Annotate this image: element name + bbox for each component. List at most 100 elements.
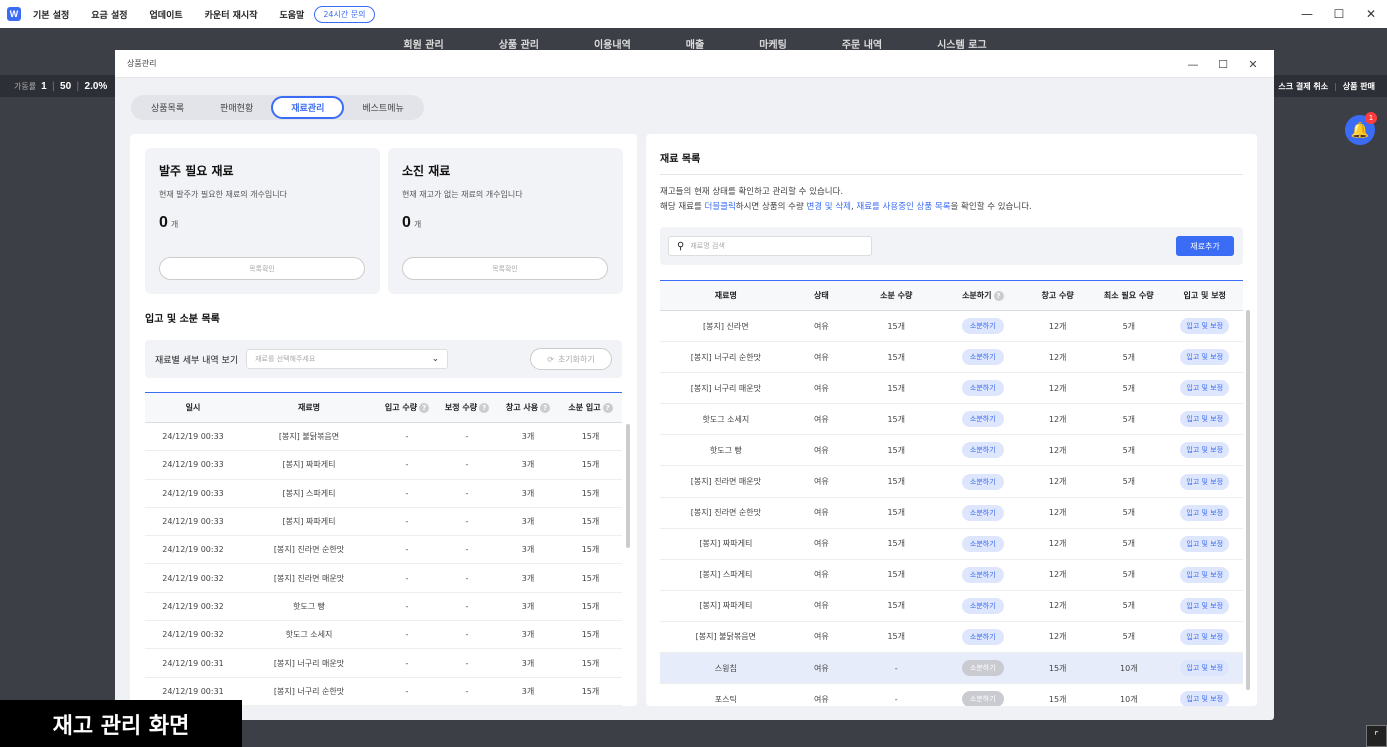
table-cell: 소분하기 [941,683,1025,706]
tab-product-list[interactable]: 상품목록 [133,96,202,119]
close-icon[interactable]: ✕ [1238,58,1268,71]
restock-adjust-button[interactable]: 입고 및 보정 [1180,380,1230,397]
table-row[interactable]: 24/12/19 00:32 [봉지] 진라면 순한맛 - -3개 15개 [145,535,622,565]
search-input[interactable]: ⚲ 재료명 검색 [668,236,872,256]
scrollbar[interactable] [1246,310,1250,690]
table-cell: [봉지] 짜파게티 [660,590,792,622]
add-ingredient-button[interactable]: 재료추가 [1176,236,1234,256]
table-row[interactable]: [봉지] 너구리 매운맛 여유 15개 소분하기 12개 5개 입고 및 보정 [660,372,1243,405]
table-row[interactable]: [봉지] 짜파게티 여유 15개 소분하기 12개 5개 입고 및 보정 [660,528,1243,560]
restock-adjust-button[interactable]: 입고 및 보정 [1180,597,1230,614]
table-cell: 5개 [1091,465,1167,498]
table-row[interactable]: 24/12/19 00:33 [봉지] 짜파게티 - -3개 15개 [145,507,622,537]
chevron-down-icon: ⌄ [431,354,440,364]
table-cell: 소분하기 [941,465,1025,498]
help-icon[interactable]: ? [993,290,1004,301]
ingredient-select[interactable]: 재료를 선택해주세요 ⌄ [246,349,449,369]
restock-adjust-button[interactable]: 입고 및 보정 [1180,411,1230,428]
portion-button[interactable]: 소분하기 [961,566,1004,583]
portion-button[interactable]: 소분하기 [961,411,1004,428]
menu-update[interactable]: 업데이트 [150,8,183,21]
table-cell: 입고 및 보정 [1166,683,1243,706]
table-cell: 12개 [1024,434,1092,467]
table-cell: - [437,450,497,480]
help-icon[interactable]: ? [419,402,430,413]
portion-button[interactable]: 소분하기 [961,473,1004,490]
maximize-icon[interactable]: ☐ [1323,7,1355,21]
table-row[interactable]: 24/12/19 00:32 핫도그 빵 - -3개 15개 [145,592,622,622]
help-icon[interactable]: ? [479,402,490,413]
table-row[interactable]: 핫도그 소세지 여유 15개 소분하기 12개 5개 입고 및 보정 [660,403,1243,436]
view-list-button[interactable]: 목록확인 [402,257,608,280]
portion-button[interactable]: 소분하기 [961,442,1004,459]
restock-adjust-button[interactable]: 입고 및 보정 [1180,349,1230,366]
minimize-icon[interactable]: — [1178,58,1208,71]
table-cell: 5개 [1091,434,1167,467]
table-row[interactable]: 24/12/19 00:33 [봉지] 스파게티 - -3개 15개 [145,479,622,508]
table-cell: [봉지] 너구리 매운맛 [241,648,377,678]
table-row[interactable]: [봉지] 너구리 순한맛 여유 15개 소분하기 12개 5개 입고 및 보정 [660,341,1243,374]
tab-best-menu[interactable]: 베스트메뉴 [344,96,421,119]
menu-basic-settings[interactable]: 기본 설정 [33,8,69,21]
order-needed-card: 발주 필요 재료 현재 발주가 필요한 재료의 개수입니다 0개 목록확인 [145,148,380,294]
table-cell: 15개 [559,648,622,678]
restock-adjust-button[interactable]: 입고 및 보정 [1180,566,1230,583]
notification-bell-icon[interactable]: 🔔 1 [1345,112,1377,145]
restock-adjust-button[interactable]: 입고 및 보정 [1180,660,1230,677]
corner-expand-icon[interactable]: ⌜ [1366,725,1387,747]
scrollbar[interactable] [626,424,630,548]
tab-ingredient-management[interactable]: 재료관리 [271,96,345,119]
table-cell: 여유 [791,372,852,405]
restock-adjust-button[interactable]: 입고 및 보정 [1180,473,1230,490]
table-row[interactable]: [봉지] 불닭볶음면 여유 15개 소분하기 12개 5개 입고 및 보정 [660,621,1243,654]
restock-adjust-button[interactable]: 입고 및 보정 [1180,535,1230,552]
table-row[interactable]: [봉지] 진라면 매운맛 여유 15개 소분하기 12개 5개 입고 및 보정 [660,465,1243,498]
table-cell: 3개 [497,422,559,452]
portion-button[interactable]: 소분하기 [961,628,1004,645]
menu-help[interactable]: 도움말 [279,8,304,21]
filter-box: 재료별 세부 내역 보기 재료를 선택해주세요 ⌄ ⟳ 초기화하기 [145,340,622,378]
table-row[interactable]: 24/12/19 00:33 [봉지] 불닭볶음면 - -3개 15개 [145,422,622,452]
table-row[interactable]: 24/12/19 00:32 핫도그 소세지 - -3개 15개 [145,620,622,650]
minimize-icon[interactable]: — [1291,7,1323,21]
table-cell: 여유 [791,559,852,591]
cancel-payment-link[interactable]: 스크 결제 취소 [1278,81,1328,92]
table-cell: 24/12/19 00:31 [145,648,241,678]
table-row[interactable]: 스윙칩 여유 - 소분하기 15개 10개 입고 및 보정 [660,652,1243,685]
portion-button[interactable]: 소분하기 [961,380,1004,397]
close-icon[interactable]: ✕ [1355,7,1387,21]
table-row[interactable]: [봉지] 짜파게티 여유 15개 소분하기 12개 5개 입고 및 보정 [660,590,1243,622]
restock-adjust-button[interactable]: 입고 및 보정 [1180,691,1230,706]
table-row[interactable]: 24/12/19 00:32 [봉지] 진라면 매운맛 - -3개 15개 [145,563,622,593]
tab-sales-status[interactable]: 판매현황 [202,96,271,119]
portion-button[interactable]: 소분하기 [961,504,1004,521]
portion-button[interactable]: 소분하기 [961,535,1004,552]
restock-adjust-button[interactable]: 입고 및 보정 [1180,318,1230,335]
table-cell: 3개 [497,563,559,593]
table-row[interactable]: 포스틱 여유 - 소분하기 15개 10개 입고 및 보정 [660,683,1243,706]
help-icon[interactable]: ? [602,402,613,413]
table-row[interactable]: [봉지] 진라면 순한맛 여유 15개 소분하기 12개 5개 입고 및 보정 [660,497,1243,529]
portion-button[interactable]: 소분하기 [961,349,1004,366]
restock-adjust-button[interactable]: 입고 및 보정 [1180,442,1230,459]
restock-adjust-button[interactable]: 입고 및 보정 [1180,504,1230,521]
table-row[interactable]: [봉지] 스파게티 여유 15개 소분하기 12개 5개 입고 및 보정 [660,559,1243,591]
table-row[interactable]: 24/12/19 00:31 [봉지] 너구리 매운맛 - -3개 15개 [145,648,622,678]
maximize-icon[interactable]: ☐ [1208,58,1238,71]
portion-button[interactable]: 소분하기 [961,597,1004,614]
view-list-button[interactable]: 목록확인 [159,257,365,280]
table-row[interactable]: 24/12/19 00:33 [봉지] 짜파게티 - -3개 15개 [145,450,622,480]
reset-button[interactable]: ⟳ 초기화하기 [530,348,612,370]
portion-button[interactable]: 소분하기 [961,318,1004,335]
help-icon[interactable]: ? [540,402,551,413]
card-title: 소진 재료 [402,164,451,178]
restock-adjust-button[interactable]: 입고 및 보정 [1180,628,1230,645]
table-cell: 12개 [1024,559,1092,591]
table-row[interactable]: 핫도그 빵 여유 15개 소분하기 12개 5개 입고 및 보정 [660,434,1243,467]
table-row[interactable]: [봉지] 신라면 여유 15개 소분하기 12개 5개 입고 및 보정 [660,310,1243,343]
menu-fee-settings[interactable]: 요금 설정 [91,8,127,21]
support-button[interactable]: 24시간 문의 [314,5,375,23]
product-sale-link[interactable]: 상품 판매 [1343,81,1375,92]
table-cell: 여유 [791,341,852,374]
menu-counter-restart[interactable]: 카운터 재시작 [205,8,258,21]
